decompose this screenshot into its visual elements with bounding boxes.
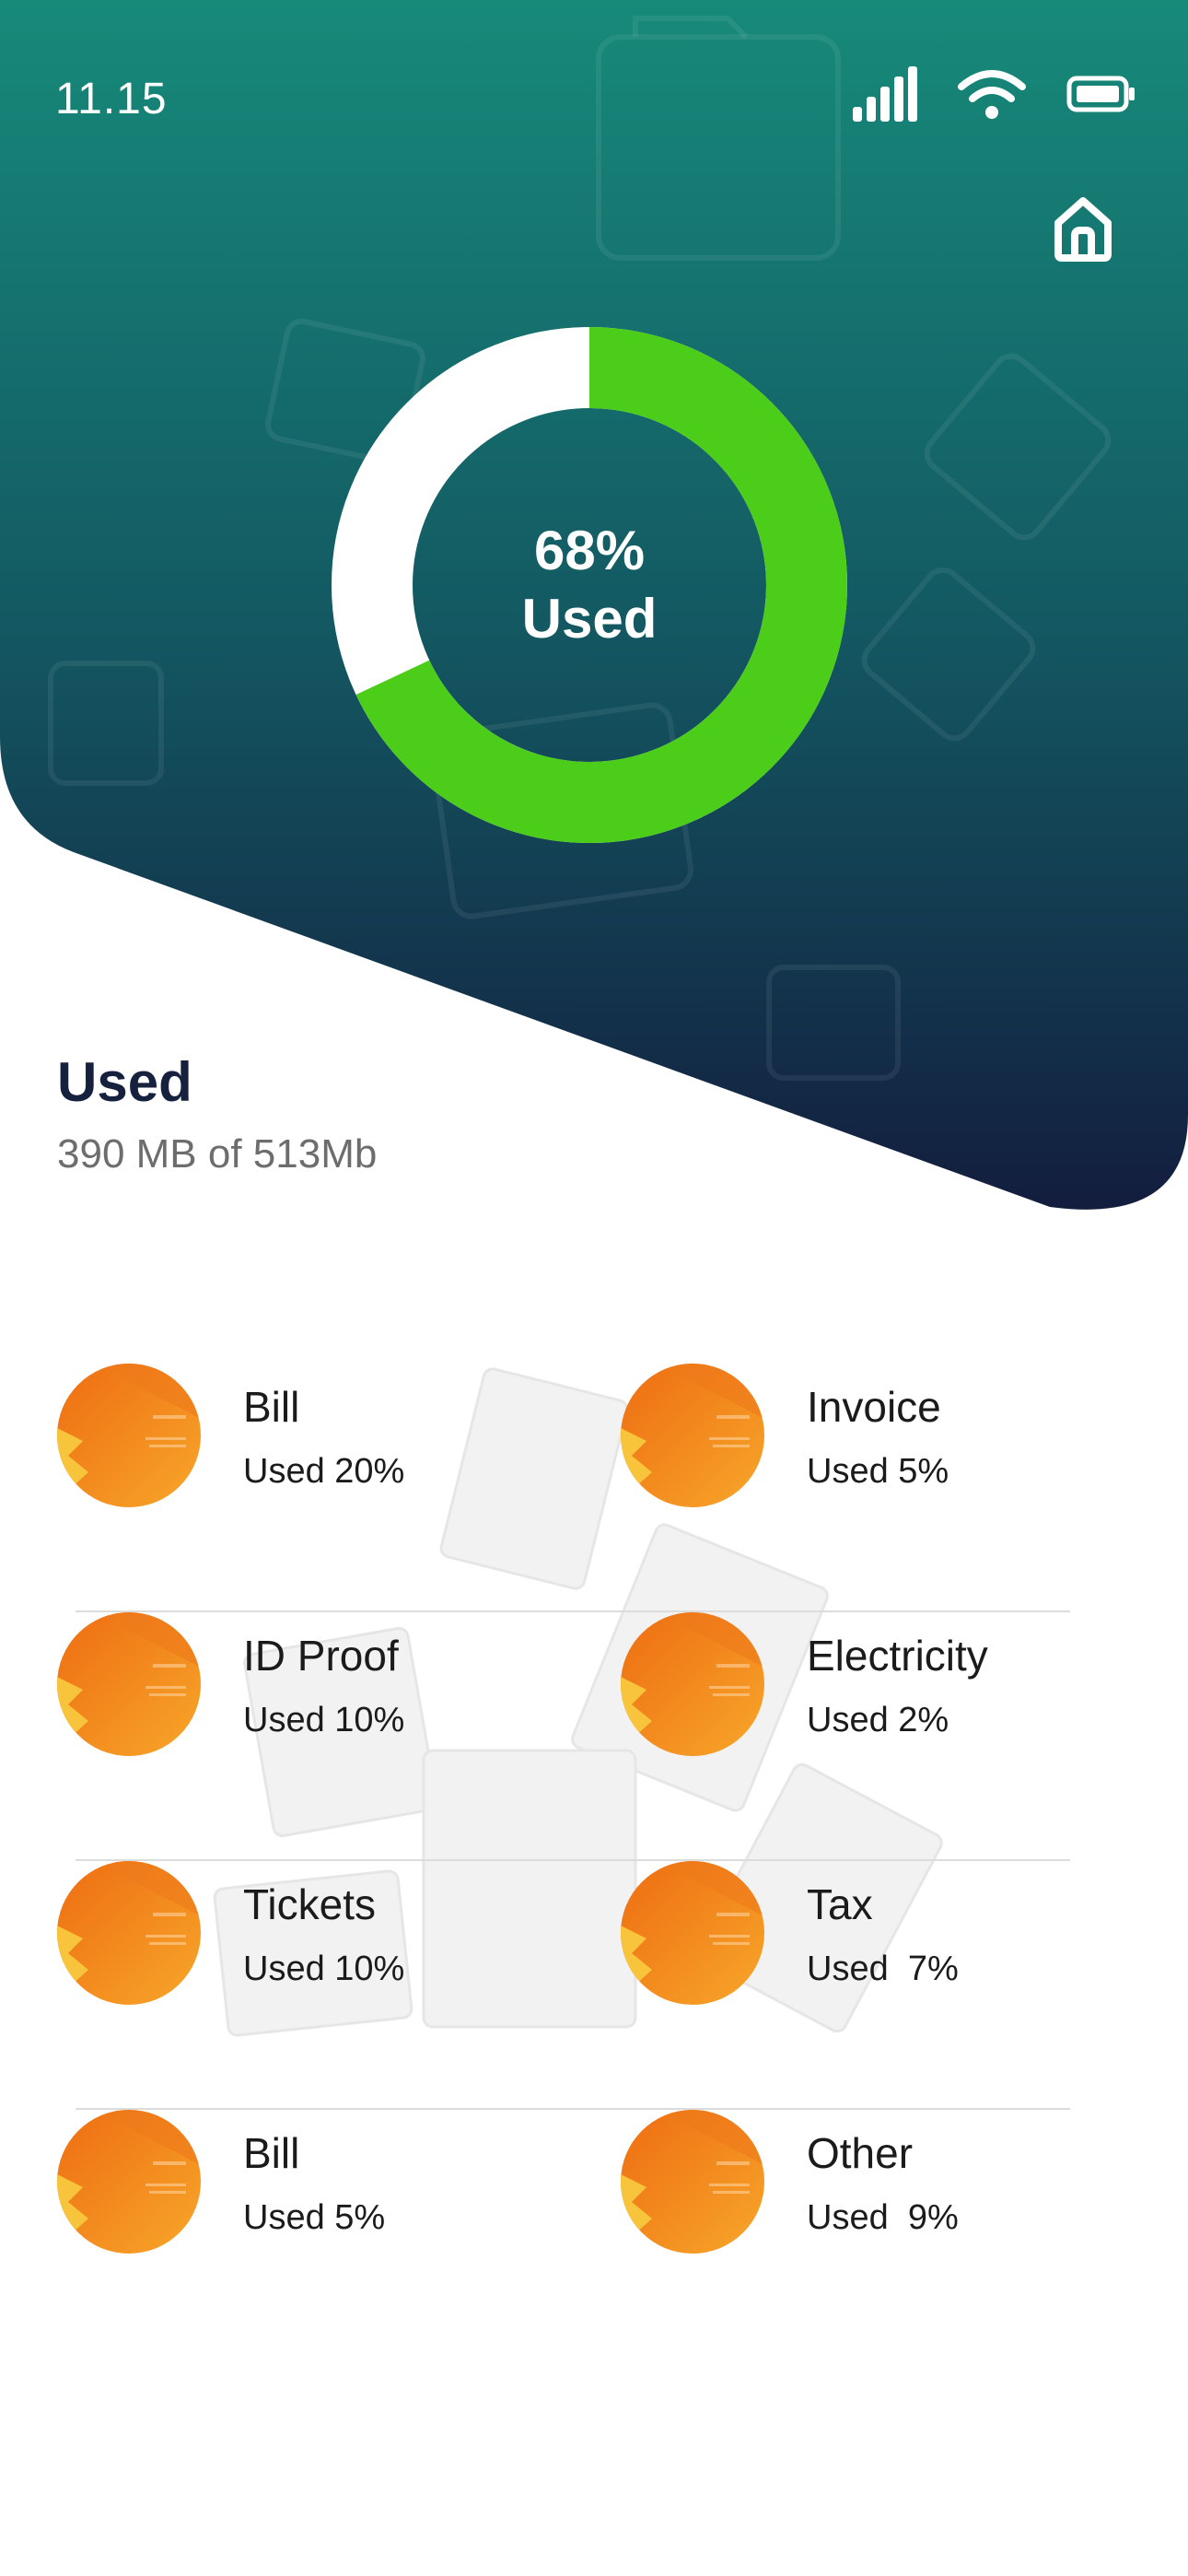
category-item-electricity[interactable]: Electricity Used 2% [621, 1612, 1100, 1760]
category-name: Other [807, 2129, 914, 2177]
category-thumbnail [621, 1612, 764, 1756]
category-row: Bill Used 20% Invoice Used 5% [57, 1364, 1070, 1612]
category-usage: Used 5% [243, 2198, 386, 2237]
category-item-other[interactable]: Other Used 9% [621, 2110, 1100, 2257]
donut-percent: 68% [533, 520, 646, 581]
storage-usage-screen: 11.15 68% Used Used 390 MB of 513Mb Bill… [0, 0, 1188, 2576]
category-name: Bill [243, 2129, 300, 2177]
category-row: Tickets Used 10% Tax Used 7% [57, 1861, 1070, 2110]
category-row: Bill Used 5% Other Used 9% [57, 2110, 1070, 2359]
category-usage: Used 10% [243, 1701, 405, 1739]
signal-icon [853, 66, 917, 126]
category-usage: Used 5% [807, 1452, 949, 1491]
category-name: Bill [243, 1383, 300, 1431]
category-grid: Bill Used 20% Invoice Used 5% ID Proof U… [57, 1364, 1070, 2359]
wifi-icon [958, 68, 1026, 124]
category-usage: Used 20% [243, 1452, 405, 1491]
category-thumbnail [57, 2110, 201, 2254]
category-thumbnail [57, 1612, 201, 1756]
category-item-tickets[interactable]: Tickets Used 10% [57, 1861, 536, 2008]
donut-center-label: 68% Used [327, 322, 852, 848]
category-thumbnail [57, 1364, 201, 1507]
category-usage: Used 9% [807, 2198, 959, 2237]
summary-detail: 390 MB of 513Mb [57, 1131, 378, 1177]
usage-donut-chart: 68% Used [327, 322, 852, 848]
category-item-bill[interactable]: Bill Used 20% [57, 1364, 536, 1511]
category-usage: Used 10% [243, 1950, 405, 1988]
home-button[interactable] [1046, 193, 1120, 267]
home-icon [1051, 195, 1115, 266]
category-thumbnail [57, 1861, 201, 2005]
category-thumbnail [621, 1364, 764, 1507]
category-item-id-proof[interactable]: ID Proof Used 10% [57, 1612, 536, 1760]
category-thumbnail [621, 1861, 764, 2005]
category-item-tax[interactable]: Tax Used 7% [621, 1861, 1100, 2008]
summary-title: Used [57, 1051, 192, 1113]
category-usage: Used 7% [807, 1950, 959, 1988]
category-item-invoice[interactable]: Invoice Used 5% [621, 1364, 1100, 1511]
donut-used-label: Used [521, 588, 658, 650]
category-name: Invoice [807, 1383, 941, 1431]
battery-icon [1066, 76, 1135, 117]
category-name: Tickets [243, 1880, 376, 1928]
category-name: Electricity [807, 1632, 988, 1680]
category-row: ID Proof Used 10% Electricity Used 2% [57, 1612, 1070, 1861]
category-name: Tax [807, 1880, 873, 1928]
category-thumbnail [621, 2110, 764, 2254]
category-usage: Used 2% [807, 1701, 949, 1739]
category-name: ID Proof [243, 1632, 399, 1680]
status-time: 11.15 [55, 75, 168, 123]
status-icons [853, 66, 1135, 126]
category-item-bill-2[interactable]: Bill Used 5% [57, 2110, 536, 2257]
